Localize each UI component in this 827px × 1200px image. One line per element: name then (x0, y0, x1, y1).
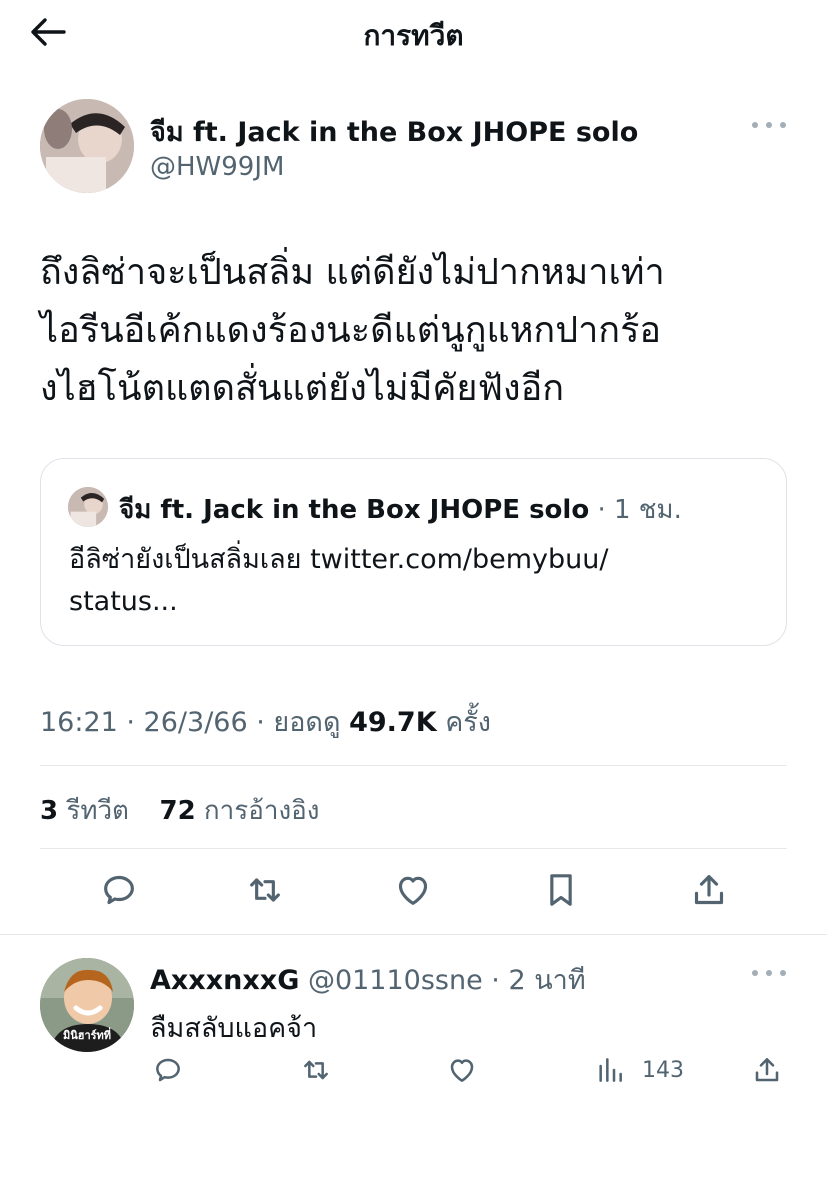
more-options-button[interactable] (752, 118, 786, 132)
divider (40, 765, 787, 766)
quote-header: จีม ft. Jack in the Box JHOPE solo · 1 ช… (119, 489, 682, 530)
reply-header: AxxxnxxG @01110ssne · 2 นาที (150, 958, 586, 1001)
top-bar: การทวีต (0, 0, 827, 72)
tweet-text-line: ถึงลิซ่าจะเป็นสลิ่ม แต่ดียังไม่ปากหมาเท่… (40, 252, 665, 293)
tweet-timestamp: 16:21 · 26/3/66 · ยอดดู 49.7K ครั้ง (40, 700, 491, 743)
retweet-label: รีทวีต (58, 796, 129, 826)
share-icon (755, 1058, 779, 1082)
like-button[interactable] (391, 868, 435, 912)
quote-avatar (68, 487, 108, 527)
views-unit: ครั้ง (436, 707, 491, 738)
share-button[interactable] (687, 868, 731, 912)
reply-avatar[interactable]: มินิฮาร์ทที่ (40, 958, 134, 1052)
dot-icon (780, 122, 786, 128)
quote-time: · 1 ชม. (589, 495, 682, 525)
analytics-icon (599, 1058, 622, 1082)
reply-author-name[interactable]: AxxxnxxG (150, 965, 299, 996)
timestamp-text: 16:21 · 26/3/66 · ยอดดู (40, 707, 350, 738)
bookmark-button[interactable] (539, 868, 583, 912)
reply-views-button[interactable] (592, 1052, 628, 1088)
avatar[interactable] (40, 99, 134, 193)
retweet-icon (304, 1060, 328, 1080)
quote-text: อีลิซ่ายังเป็นสลิ่มเลย twitter.com/bemyb… (69, 539, 769, 623)
dot-icon (766, 970, 772, 976)
heart-icon (450, 1059, 474, 1082)
quote-author-name: จีม ft. Jack in the Box JHOPE solo (119, 495, 590, 525)
author-handle[interactable]: @HW99JM (150, 152, 284, 182)
author-name[interactable]: จีม ft. Jack in the Box JHOPE solo (150, 110, 638, 153)
retweets-link[interactable]: 3 รีทวีต (40, 796, 129, 826)
heart-icon (398, 876, 428, 905)
reply-retweet-button[interactable] (298, 1052, 334, 1088)
quote-text-line: status... (69, 586, 178, 617)
tweet-text-line: ไอรีนอีเค้กแดงร้องนะดีแต่นูกูแหกปากร้อ (40, 310, 662, 351)
reply-like-button[interactable] (444, 1052, 480, 1088)
reply-text: ลืมสลับแอคจ้า (150, 1013, 318, 1044)
reply-icon (156, 1058, 180, 1082)
tweet-stats: 3 รีทวีต 72 การอ้างอิง (40, 790, 319, 831)
avatar-caption: มินิฮาร์ทที่ (62, 1029, 112, 1042)
reply-more-options-button[interactable] (752, 966, 786, 980)
divider (0, 934, 827, 935)
dot-icon (752, 970, 758, 976)
reply-icon (104, 875, 134, 905)
views-count: 49.7K (349, 707, 437, 738)
tweet-text: ถึงลิซ่าจะเป็นสลิ่ม แต่ดียังไม่ปากหมาเท่… (40, 244, 800, 418)
dot-icon (780, 970, 786, 976)
quote-label: การอ้างอิง (195, 796, 320, 826)
bookmark-icon (550, 874, 572, 906)
dot-icon (766, 122, 772, 128)
reply-views-count: 143 (642, 1058, 684, 1083)
quoted-tweet-card[interactable]: จีม ft. Jack in the Box JHOPE solo · 1 ช… (40, 458, 787, 646)
divider (40, 848, 787, 849)
retweet-icon (250, 878, 280, 902)
reply-button[interactable] (97, 868, 141, 912)
quote-count: 72 (159, 796, 196, 826)
quote-text-line: อีลิซ่ายังเป็นสลิ่มเลย twitter.com/bemyb… (69, 544, 609, 575)
reply-share-button[interactable] (749, 1052, 785, 1088)
tweet-text-line: งไฮโน้ตแตดสั่นแต่ยังไม่มีคัยฟังอีก (40, 368, 565, 409)
quotes-link[interactable]: 72 การอ้างอิง (159, 796, 319, 826)
dot-icon (752, 122, 758, 128)
reply-reply-button[interactable] (150, 1052, 186, 1088)
page-title: การทวีต (363, 19, 464, 52)
share-icon (694, 875, 724, 905)
retweet-count: 3 (40, 796, 59, 826)
retweet-button[interactable] (243, 868, 287, 912)
reply-meta: @01110ssne · 2 นาที (299, 965, 586, 996)
